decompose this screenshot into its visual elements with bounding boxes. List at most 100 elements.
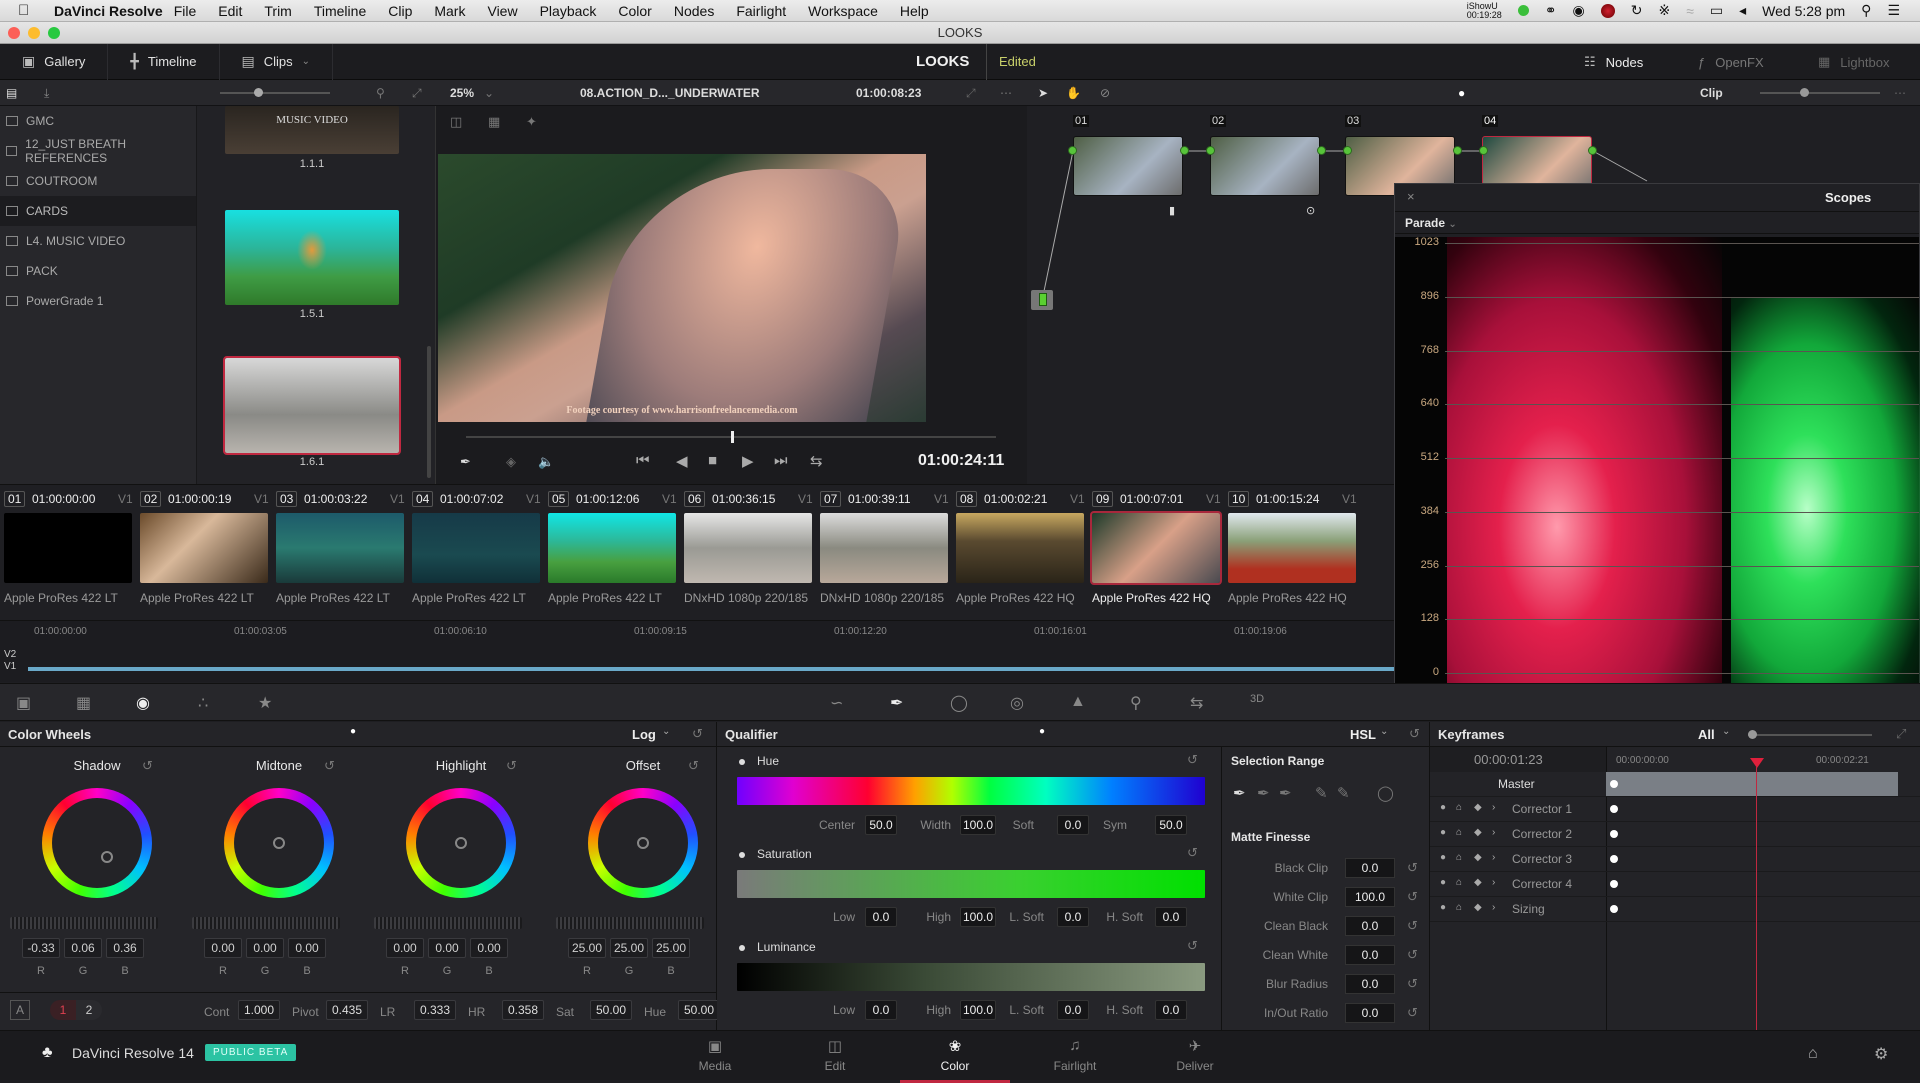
node-output[interactable] <box>1453 146 1462 155</box>
still-thumbnail[interactable] <box>225 210 399 305</box>
wheel-value-b[interactable]: 0.00 <box>288 938 326 958</box>
keyframe-marker[interactable] <box>1610 780 1618 788</box>
sat-high-field[interactable]: 100.0 <box>960 907 996 927</box>
gallery-button[interactable]: ▣ Gallery <box>0 43 109 80</box>
enable-dot-icon[interactable]: ● <box>1440 827 1446 838</box>
menu-timeline[interactable]: Timeline <box>314 3 366 19</box>
clock[interactable]: Wed 5:28 pm <box>1762 3 1845 19</box>
record-icon[interactable] <box>1600 3 1615 18</box>
clip-thumbnail[interactable] <box>956 513 1084 583</box>
reset-matte-icon[interactable]: ↺ <box>1407 1005 1418 1021</box>
keyframe-track[interactable]: ● ⌂ ◆ › Corrector 2 <box>1430 822 1920 847</box>
expand-chevron-icon[interactable]: › <box>1492 877 1495 888</box>
node-output[interactable] <box>1180 146 1189 155</box>
wheel-value-r[interactable]: 0.00 <box>386 938 424 958</box>
source-timecode[interactable]: 01:00:08:23 <box>856 80 921 106</box>
hue-width-field[interactable]: 100.0 <box>960 815 996 835</box>
enable-dot-icon[interactable]: ● <box>1440 852 1446 863</box>
timeline-button[interactable]: ╋ Timeline <box>108 43 220 80</box>
menu-workspace[interactable]: Workspace <box>808 3 878 19</box>
reset-saturation-icon[interactable]: ↺ <box>1187 845 1198 861</box>
color-match-icon[interactable]: ▦ <box>76 693 91 713</box>
settings-gear-icon[interactable]: ⚙ <box>1874 1044 1888 1064</box>
reset-matte-icon[interactable]: ↺ <box>1407 860 1418 876</box>
zoom-window-button[interactable] <box>48 27 60 39</box>
clips-button[interactable]: ▤ Clips ⌄ <box>220 43 334 80</box>
luminance-bar[interactable] <box>737 963 1205 991</box>
lum-high-field[interactable]: 100.0 <box>960 1000 996 1020</box>
viewer-scrubber[interactable] <box>466 431 996 443</box>
more-options-icon[interactable]: ⋯ <box>1000 80 1012 106</box>
keyframe-track[interactable]: Master <box>1430 772 1920 797</box>
saturation-section-label[interactable]: Saturation <box>739 847 812 861</box>
node-options-icon[interactable]: ⋯ <box>1894 80 1906 106</box>
volume-icon[interactable]: ◂ <box>1739 2 1746 19</box>
sizing-icon[interactable]: ⇆ <box>1190 693 1203 713</box>
reset-luminance-icon[interactable]: ↺ <box>1187 938 1198 954</box>
wheel-value-r[interactable]: 25.00 <box>568 938 606 958</box>
expand-icon[interactable]: ⤢ <box>1896 726 1906 742</box>
param-field[interactable]: 50.00 <box>590 1000 633 1020</box>
wheel-value-r[interactable]: 0.00 <box>204 938 242 958</box>
param-field[interactable]: 0.435 <box>326 1000 369 1020</box>
master-wheel[interactable] <box>374 917 522 929</box>
clip-thumbnail[interactable] <box>820 513 948 583</box>
node-02[interactable] <box>1210 136 1320 196</box>
keyframe-marker[interactable] <box>1610 855 1618 863</box>
keyframe-playhead[interactable] <box>1750 758 1764 768</box>
still-thumbnail-selected[interactable] <box>223 356 401 455</box>
lightbox-button[interactable]: ▦ Lightbox <box>1818 44 1889 80</box>
nodes-button[interactable]: ☷ Nodes <box>1584 44 1643 80</box>
wheel-puck[interactable] <box>273 837 285 849</box>
spotlight-icon[interactable]: ⚲ <box>1861 2 1871 19</box>
lock-icon[interactable]: ⌂ <box>1456 852 1462 863</box>
split-screen-icon[interactable]: ◫ <box>450 114 462 130</box>
menu-file[interactable]: File <box>174 3 197 19</box>
node-zoom-slider[interactable] <box>1760 88 1880 97</box>
clip-item[interactable]: 05 01:00:12:06 V1 Apple ProRes 422 LT <box>544 485 680 615</box>
qualifier-icon[interactable]: ✒ <box>890 693 903 713</box>
node-input[interactable] <box>1206 146 1215 155</box>
page-tab-color[interactable]: ❀ Color <box>900 1037 1010 1083</box>
airplay-icon[interactable]: ▭ <box>1710 2 1723 19</box>
clip-item[interactable]: 10 01:00:15:24 V1 Apple ProRes 422 HQ <box>1224 485 1360 615</box>
node-input[interactable] <box>1068 146 1077 155</box>
album-item[interactable]: CARDS <box>0 196 196 226</box>
hue-sym-field[interactable]: 50.0 <box>1155 815 1187 835</box>
album-item[interactable]: PowerGrade 1 <box>0 286 196 316</box>
clip-item[interactable]: 08 01:00:02:21 V1 Apple ProRes 422 HQ <box>952 485 1088 615</box>
picker-minus-icon[interactable]: ✒ <box>1257 784 1270 802</box>
time-machine-icon[interactable]: ↻ <box>1631 2 1643 19</box>
matte-field[interactable]: 0.0 <box>1345 974 1395 994</box>
hue-section-label[interactable]: Hue <box>739 754 779 768</box>
keyframe-marker[interactable] <box>1610 905 1618 913</box>
matte-field[interactable]: 0.0 <box>1345 945 1395 965</box>
album-item[interactable]: L4. MUSIC VIDEO <box>0 226 196 256</box>
gallery-zoom-slider[interactable] <box>220 88 330 97</box>
layers-icon[interactable]: ◈ <box>506 454 516 470</box>
tracker-icon[interactable]: ◎ <box>1010 693 1024 713</box>
expand-chevron-icon[interactable]: › <box>1492 802 1495 813</box>
matte-field[interactable]: 0.0 <box>1345 858 1395 878</box>
reset-all-icon[interactable]: ↺ <box>692 726 703 742</box>
go-to-start-icon[interactable]: ⏮ <box>636 452 650 469</box>
menu-help[interactable]: Help <box>900 3 929 19</box>
wheel-value-r[interactable]: -0.33 <box>22 938 60 958</box>
picker-plus-icon[interactable]: ✒ <box>1279 784 1292 802</box>
hue-soft-field[interactable]: 0.0 <box>1057 815 1089 835</box>
reset-wheel-icon[interactable]: ↺ <box>142 758 153 774</box>
bluetooth-icon[interactable]: ※ <box>1658 2 1670 19</box>
reset-matte-icon[interactable]: ↺ <box>1407 889 1418 905</box>
sat-low-field[interactable]: 0.0 <box>865 907 897 927</box>
wheel-value-g[interactable]: 0.00 <box>246 938 284 958</box>
feather-plus-icon[interactable]: ✎ <box>1337 784 1350 802</box>
key-icon[interactable]: ⚲ <box>1130 693 1142 713</box>
camera-raw-icon[interactable]: ▣ <box>16 693 31 713</box>
menu-edit[interactable]: Edit <box>218 3 242 19</box>
menu-fairlight[interactable]: Fairlight <box>736 3 786 19</box>
close-scopes-icon[interactable]: × <box>1407 189 1415 204</box>
zoom-level[interactable]: 25% <box>450 80 474 106</box>
qualifier-mode-select[interactable]: HSL <box>1350 727 1376 742</box>
node-input[interactable] <box>1479 146 1488 155</box>
clip-thumbnail[interactable] <box>684 513 812 583</box>
